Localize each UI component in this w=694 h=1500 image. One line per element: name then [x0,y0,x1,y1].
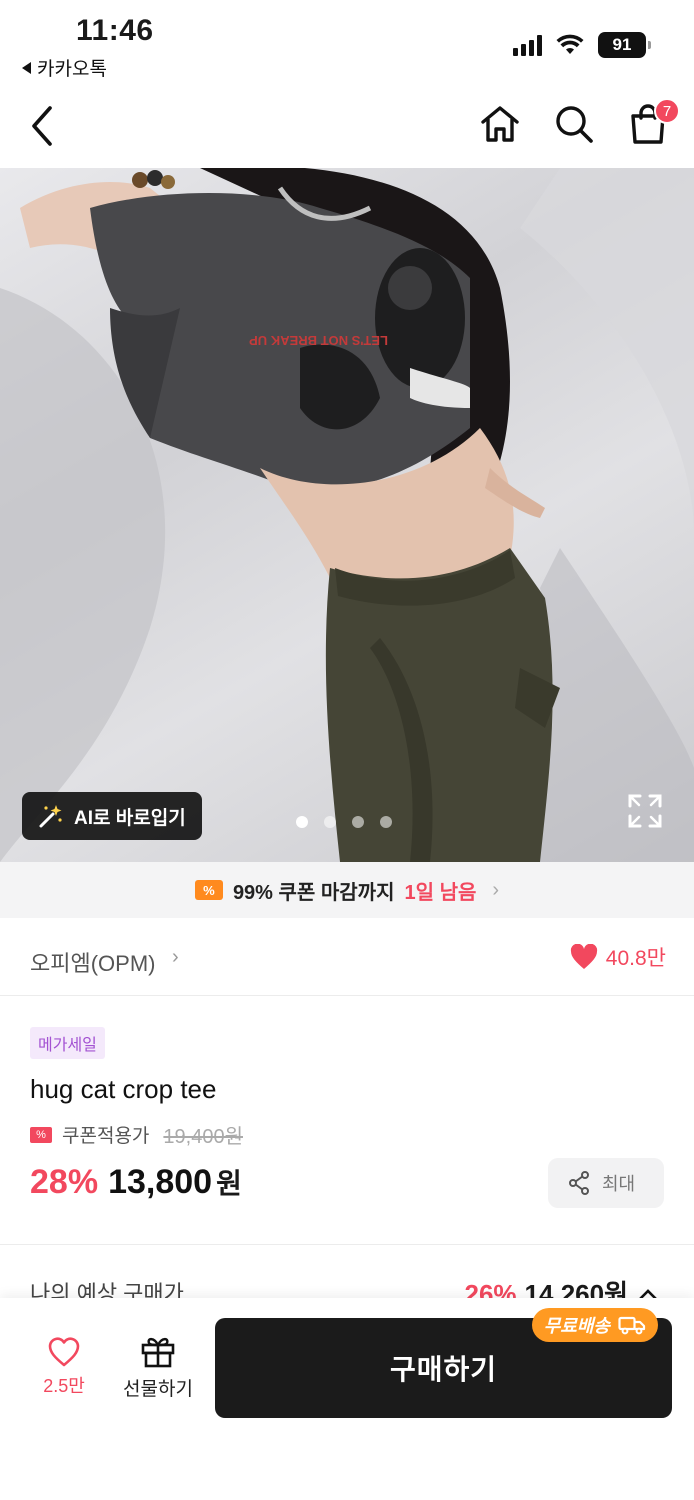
share-icon [569,1171,589,1195]
home-icon [481,106,519,142]
free-shipping-badge: 무료배송 [531,1308,658,1342]
currency-unit: 원 [216,1168,242,1199]
ai-try-on-label: AI로 바로입기 [74,807,186,829]
product-photo: LET'S NOT BREAK UP [0,168,694,862]
product-title: hug cat crop tee [30,1074,217,1104]
chevron-right-icon: › [492,878,500,901]
coupon-remaining-text: 1일 남음 [404,881,477,904]
heart-filled-icon [570,944,597,969]
coupon-percent-icon: % [194,880,223,900]
back-to-app-link[interactable]: 카카오톡 [22,54,107,81]
brand-name-link[interactable]: 오피엠(OPM) [30,946,156,978]
battery-level: 91 [612,35,632,54]
back-chevron-icon [32,106,52,146]
carousel-pagination [296,816,392,828]
gift-button[interactable]: 선물하기 [116,1334,200,1401]
coupon-applied-row: % 쿠폰적용가 19,400원 [30,1120,243,1149]
status-bar: 11:46 카카오톡 91 [0,0,694,88]
brand-like-button[interactable]: 40.8만 [570,942,666,972]
nav-actions: 7 [478,98,680,148]
search-button[interactable] [552,100,596,148]
gift-icon [141,1337,175,1368]
search-icon [556,106,593,143]
product-image-carousel[interactable]: LET'S NOT BREAK UP AI로 바로입기 [0,168,694,862]
cart-button[interactable]: 7 [626,98,680,148]
shirt-print-text: LET'S NOT BREAK UP [249,333,388,348]
fullscreen-expand-icon[interactable] [628,794,662,828]
brand-row: 오피엠(OPM) › 40.8만 [0,918,694,996]
coupon-banner-text: 99% 쿠폰 마감까지 [232,881,395,904]
wishlist-count: 2.5만 [43,1376,85,1396]
ai-try-on-button[interactable]: AI로 바로입기 [22,792,202,840]
wifi-icon [556,34,584,54]
cart-count-badge: 7 [654,98,680,124]
mega-sale-badge: 메가세일 [30,1027,105,1059]
heart-outline-icon [48,1337,80,1367]
wishlist-button[interactable]: 2.5만 [28,1336,100,1398]
discount-rate: 28% [30,1163,99,1201]
cellular-signal-icon [513,34,542,56]
sale-price: 13,800 [108,1163,213,1201]
status-icons: 91 [513,32,651,58]
price-row: 28% 13,800 원 [30,1162,242,1202]
back-button[interactable] [22,102,66,152]
coupon-applied-label: 쿠폰적용가 [62,1126,150,1147]
magic-wand-icon [39,805,62,828]
truck-icon [618,1316,646,1335]
share-button[interactable]: 최대 [548,1158,664,1208]
chevron-right-icon: › [172,946,179,968]
home-button[interactable] [478,100,522,148]
gift-label: 선물하기 [123,1379,193,1400]
coupon-ticket-icon: % [30,1126,52,1143]
back-triangle-icon [22,61,31,74]
top-navigation: 7 [0,88,694,168]
coupon-deadline-banner[interactable]: % 99% 쿠폰 마감까지 1일 남음 › [0,862,694,918]
back-app-label: 카카오톡 [37,59,107,80]
carousel-dot[interactable] [380,816,392,828]
free-shipping-label: 무료배송 [543,1316,610,1336]
status-time: 11:46 [76,14,154,47]
carousel-dot[interactable] [324,816,336,828]
carousel-dot[interactable] [352,816,364,828]
brand-like-count: 40.8만 [605,947,666,970]
buy-button-label: 구매하기 [389,1354,498,1385]
battery-indicator: 91 [598,32,651,58]
original-price: 19,400원 [163,1126,243,1148]
section-divider [0,1244,694,1245]
carousel-dot[interactable] [296,816,308,828]
share-max-label: 최대 [602,1174,636,1194]
bottom-action-bar: 2.5만 선물하기 구매하기 무료배송 [0,1298,694,1500]
